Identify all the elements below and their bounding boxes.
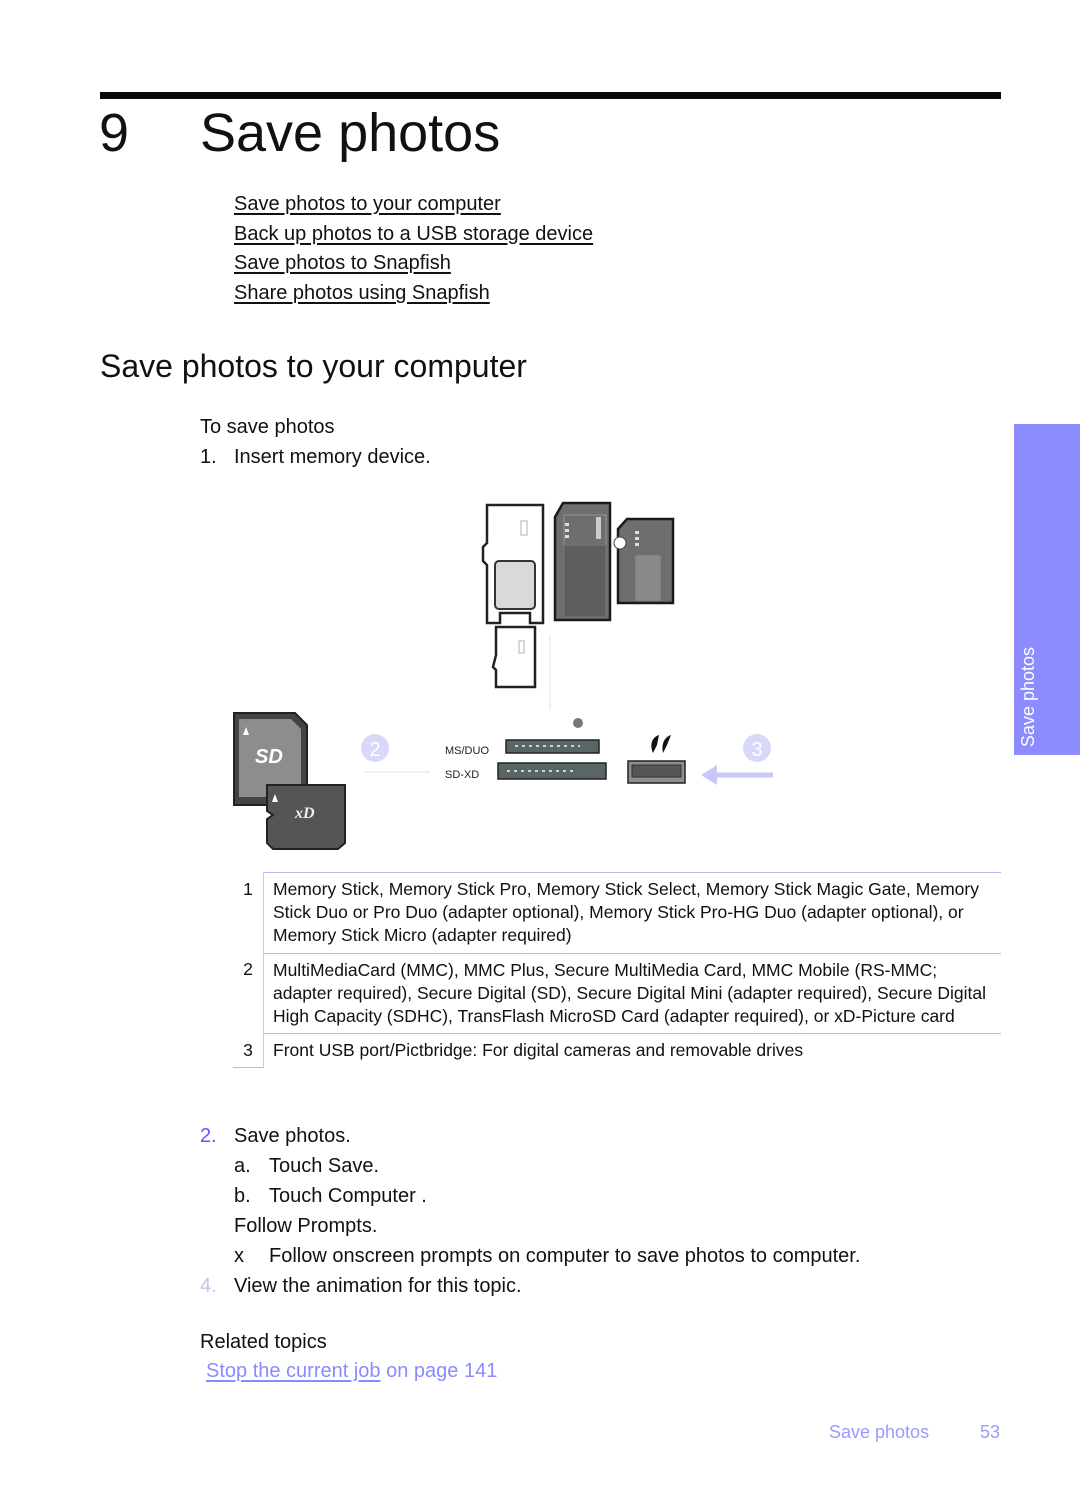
chapter-rule xyxy=(100,92,1001,99)
footer-section-name: Save photos xyxy=(829,1422,930,1442)
xd-card-icon: xD xyxy=(266,784,346,850)
chapter-side-tab: Save photos xyxy=(1014,424,1080,755)
step-4-number: 4. xyxy=(200,1275,217,1297)
usb-port-icon xyxy=(627,760,686,784)
toc-link-backup-usb[interactable]: Back up photos to a USB storage device xyxy=(234,220,593,250)
sd-logo: SD xyxy=(255,746,283,768)
table-row: 1 Memory Stick, Memory Stick Pro, Memory… xyxy=(233,872,1001,954)
memory-stick-pro-icon xyxy=(553,501,612,622)
legend-table: 1 Memory Stick, Memory Stick Pro, Memory… xyxy=(233,872,1001,1068)
callout-3-label: 3 xyxy=(751,739,762,761)
toc-link-save-to-computer[interactable]: Save photos to your computer xyxy=(234,190,593,220)
table-row: 3 Front USB port/Pictbridge: For digital… xyxy=(233,1033,1001,1068)
sd-xd-slot xyxy=(497,762,607,780)
ms-duo-slot xyxy=(505,739,600,754)
follow-prompts-text: Follow Prompts. xyxy=(234,1215,378,1237)
table-row: 2 MultiMediaCard (MMC), MMC Plus, Secure… xyxy=(233,952,1001,1034)
step-2-text: Save photos. xyxy=(234,1125,351,1147)
step-2b-text: Touch Computer . xyxy=(269,1185,427,1207)
sd-xd-slot-label: SD-XD xyxy=(445,769,479,781)
xd-logo: xD xyxy=(294,805,315,822)
row-text: Memory Stick, Memory Stick Pro, Memory S… xyxy=(263,872,1001,954)
side-tab-label: Save photos xyxy=(1018,646,1038,747)
step-1: 1. Insert memory device. xyxy=(200,443,431,471)
row-text: Front USB port/Pictbridge: For digital c… xyxy=(263,1033,1001,1068)
related-topic-item: Stop the current job on page 141 xyxy=(206,1357,497,1385)
row-text: MultiMediaCard (MMC), MMC Plus, Secure M… xyxy=(263,952,1001,1034)
step-x-text: Follow onscreen prompts on computer to s… xyxy=(269,1245,861,1267)
step-2a-text: Touch Save. xyxy=(269,1155,380,1177)
arrow-left-icon xyxy=(701,765,773,785)
procedure-heading: To save photos xyxy=(200,416,335,438)
step-2-number: 2. xyxy=(200,1125,217,1147)
toc-link-share-snapfish[interactable]: Share photos using Snapfish xyxy=(234,279,593,309)
memory-stick-duo-icon xyxy=(613,517,675,605)
callout-2-label: 2 xyxy=(369,739,380,761)
row-number: 2 xyxy=(233,953,264,1034)
step-2b-label: b. xyxy=(234,1185,251,1207)
step-1-number: 1. xyxy=(200,446,217,468)
stop-current-job-link[interactable]: Stop the current job xyxy=(206,1360,381,1382)
step-2a-label: a. xyxy=(234,1155,251,1177)
memory-stick-adapter-icon xyxy=(481,503,545,625)
related-page-ref: on page 141 xyxy=(386,1360,498,1382)
row-number: 3 xyxy=(233,1033,264,1068)
related-topics-heading: Related topics xyxy=(200,1331,327,1353)
step-x-label: x xyxy=(234,1245,244,1267)
memory-stick-micro-icon xyxy=(491,625,537,689)
ms-duo-slot-label: MS/DUO xyxy=(445,745,489,757)
step-1-text: Insert memory device. xyxy=(234,446,431,468)
chapter-toc: Save photos to your computer Back up pho… xyxy=(234,190,593,309)
chapter-title: Save photos xyxy=(200,103,501,163)
section-title: Save photos to your computer xyxy=(100,348,527,384)
chapter-number: 9 xyxy=(99,103,130,163)
toc-link-save-snapfish[interactable]: Save photos to Snapfish xyxy=(234,249,593,279)
pictbridge-icon xyxy=(651,735,671,753)
footer-page-number: 53 xyxy=(980,1422,1001,1442)
memory-card-illustration: SD xD 2 MS/DUO SD-XD 3 xyxy=(233,501,773,850)
step-4-text: View the animation for this topic. xyxy=(234,1275,522,1297)
row-number: 1 xyxy=(233,872,264,954)
